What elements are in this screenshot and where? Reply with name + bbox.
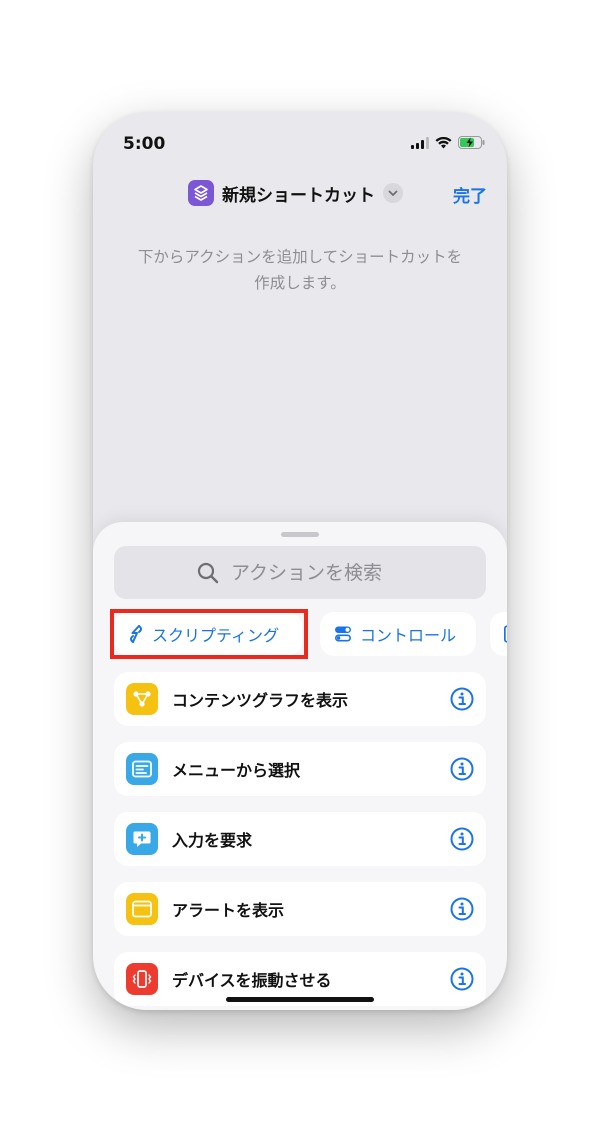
category-label: コントロール xyxy=(360,626,457,645)
shortcuts-icon xyxy=(188,180,214,206)
action-label: デバイスを振動させる xyxy=(172,971,332,990)
status-bar: 5:00 xyxy=(93,112,507,172)
wifi-icon xyxy=(435,136,452,148)
category-chip-control[interactable]: コントロール xyxy=(320,612,476,656)
empty-hint: 下からアクションを追加してショートカットを作成します。 xyxy=(137,248,463,292)
action-row-choose-menu[interactable]: メニューから選択 xyxy=(114,742,486,796)
alert-icon xyxy=(126,893,158,925)
category-chips: スクリプティング コントロール xyxy=(110,609,507,662)
search-box[interactable] xyxy=(114,546,486,599)
device-icon xyxy=(504,625,507,643)
input-icon xyxy=(126,823,158,855)
info-icon[interactable] xyxy=(450,757,474,781)
done-button[interactable]: 完了 xyxy=(453,182,487,207)
search-input[interactable] xyxy=(229,560,403,585)
cellular-signal-icon xyxy=(411,136,429,149)
vibrate-icon xyxy=(126,963,158,995)
home-indicator[interactable] xyxy=(226,997,374,1002)
sheet-grabber[interactable] xyxy=(281,532,319,537)
chevron-down-icon[interactable] xyxy=(383,183,403,203)
shortcut-title-menu[interactable]: 新規ショートカット xyxy=(188,180,403,206)
category-chip-device[interactable] xyxy=(490,612,507,656)
action-sheet: スクリプティング コントロール xyxy=(93,522,507,1010)
action-label: アラートを表示 xyxy=(172,901,285,920)
toggle-control-icon xyxy=(334,626,351,642)
status-time: 5:00 xyxy=(123,134,166,154)
page-title: 新規ショートカット xyxy=(222,185,375,206)
info-icon[interactable] xyxy=(450,687,474,711)
info-icon[interactable] xyxy=(450,897,474,921)
action-label: コンテンツグラフを表示 xyxy=(172,691,349,710)
menu-icon xyxy=(126,753,158,785)
action-row-content-graph[interactable]: コンテンツグラフを表示 xyxy=(114,672,486,726)
info-icon[interactable] xyxy=(450,827,474,851)
graph-icon xyxy=(126,683,158,715)
action-label: メニューから選択 xyxy=(172,761,301,780)
status-icons xyxy=(411,136,485,149)
highlight-box xyxy=(110,609,308,659)
action-row-show-alert[interactable]: アラートを表示 xyxy=(114,882,486,936)
action-label: 入力を要求 xyxy=(172,831,253,850)
search-icon xyxy=(197,562,219,583)
phone-screen: 5:00 新規ショートカット 完了 下からアクションを追加してショートカットを作… xyxy=(93,112,507,1010)
action-row-ask-input[interactable]: 入力を要求 xyxy=(114,812,486,866)
battery-charging-icon xyxy=(458,136,485,149)
info-icon[interactable] xyxy=(450,967,474,991)
nav-bar: 新規ショートカット 完了 xyxy=(93,172,507,216)
